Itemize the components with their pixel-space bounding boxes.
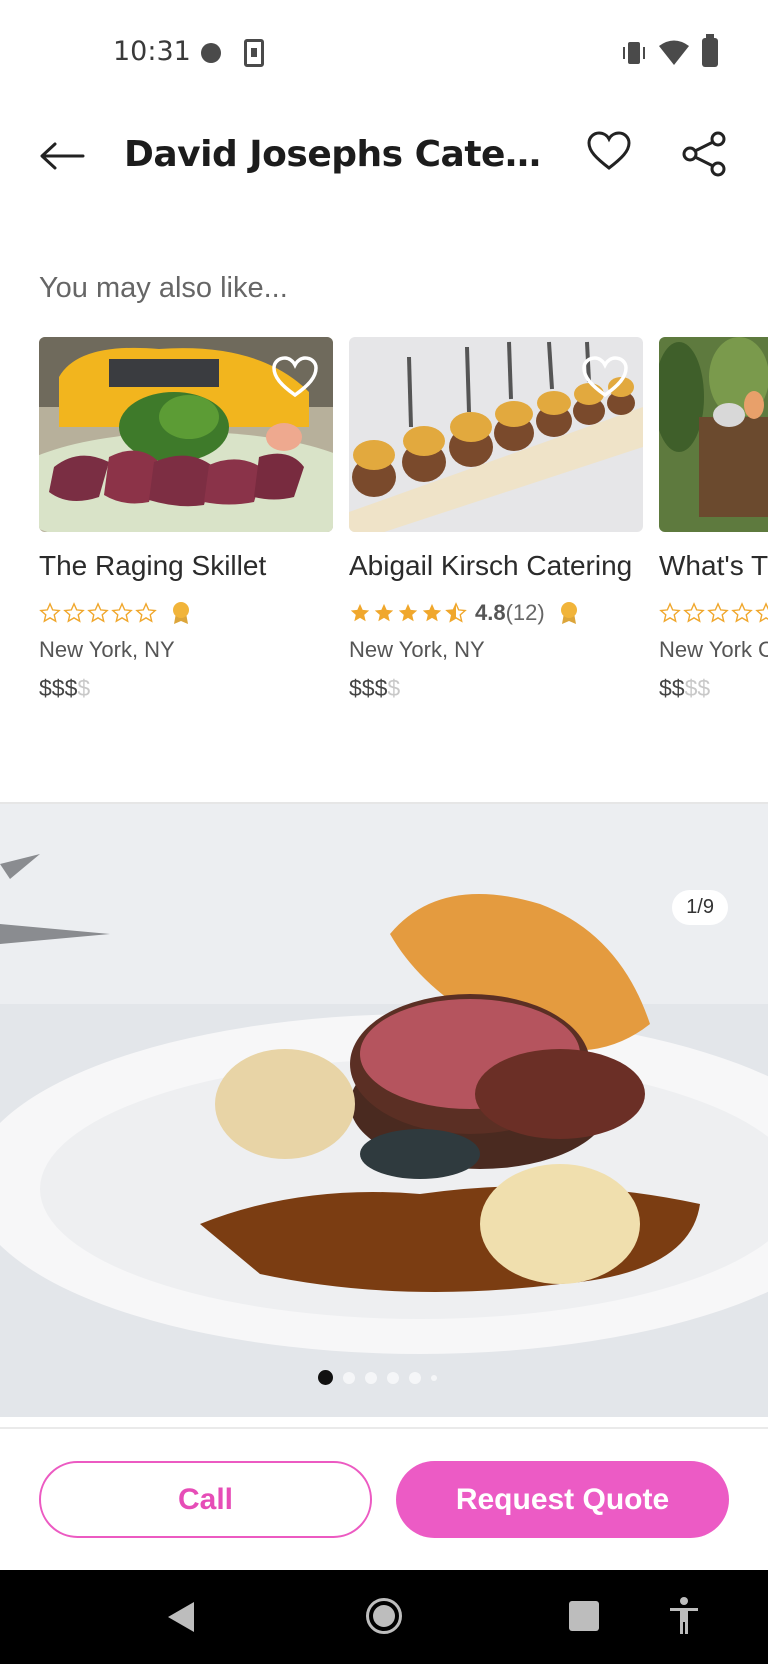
- pagination-dot: [343, 1371, 355, 1384]
- pagination-dot: [409, 1371, 421, 1384]
- download-icon: [244, 39, 264, 67]
- photo-gallery[interactable]: 1/9: [0, 804, 768, 1417]
- vendor-card[interactable]: What's T New York C $$$$: [659, 337, 768, 701]
- vendor-card[interactable]: Abigail Kirsch Catering 4.8 (12) New Yor…: [349, 337, 643, 701]
- gallery-pagination: [318, 1370, 437, 1385]
- vibrate-icon: [623, 42, 645, 64]
- rating-value: 4.8: [475, 600, 506, 625]
- vendor-price: $$$$: [39, 675, 90, 702]
- rating-count: (12): [505, 600, 545, 625]
- wifi-icon: [659, 40, 689, 65]
- app-header: David Josephs Cater...: [0, 106, 768, 206]
- system-nav-bar: [0, 1570, 768, 1664]
- star-rating: [39, 602, 157, 624]
- star-empty-icon: [39, 602, 61, 623]
- pagination-dot: [431, 1374, 437, 1381]
- star-empty-icon: [111, 602, 133, 623]
- accessibility-icon[interactable]: [668, 1596, 700, 1636]
- vendor-rating: 4.8 (12): [349, 599, 579, 627]
- vendor-name: The Raging Skillet: [39, 550, 267, 581]
- page-title: David Josephs Cater...: [124, 134, 544, 175]
- star-empty-icon: [731, 602, 753, 623]
- action-bar-divider: [0, 1427, 768, 1429]
- vendor-rating: [659, 599, 768, 627]
- pagination-dot: [365, 1371, 377, 1384]
- vendor-location: New York, NY: [349, 637, 485, 662]
- vendor-price: $$$$: [659, 675, 710, 702]
- request-quote-button[interactable]: Request Quote: [396, 1461, 729, 1538]
- card-heart-icon[interactable]: [581, 355, 629, 399]
- favorite-button[interactable]: [586, 130, 636, 180]
- star-empty-icon: [755, 602, 768, 623]
- price-inactive: $: [77, 675, 91, 701]
- price-active: $$: [659, 675, 685, 701]
- vendor-card[interactable]: The Raging Skillet New York, NY $$$$: [39, 337, 333, 701]
- back-arrow-icon: [40, 142, 85, 170]
- share-icon: [682, 131, 726, 177]
- vendor-photo: [659, 337, 768, 532]
- vendor-location: New York, NY: [39, 637, 175, 662]
- star-filled-icon: [374, 603, 394, 622]
- star-empty-icon: [659, 602, 681, 623]
- vendor-price: $$$$: [349, 675, 400, 702]
- vendor-location: New York C: [659, 637, 768, 662]
- call-button[interactable]: Call: [39, 1461, 372, 1538]
- star-half-icon: [445, 602, 467, 623]
- card-heart-icon[interactable]: [271, 355, 319, 399]
- star-rating: [659, 602, 768, 624]
- star-filled-icon: [398, 603, 418, 622]
- hero-food-photo: [0, 804, 768, 1417]
- vendor-rating: [39, 599, 191, 627]
- notification-dot-icon: [201, 43, 221, 63]
- recommendations-carousel[interactable]: The Raging Skillet New York, NY $$$$ Abi…: [39, 337, 768, 717]
- vendor-name: What's T: [659, 550, 768, 581]
- star-rating: [349, 602, 467, 624]
- photo-counter: 1/9: [672, 890, 728, 925]
- price-inactive: $: [387, 675, 401, 701]
- back-button[interactable]: [36, 130, 88, 182]
- pagination-dot: [387, 1371, 399, 1384]
- nav-back-icon[interactable]: [166, 1600, 196, 1634]
- star-empty-icon: [135, 602, 157, 623]
- award-badge-icon: [560, 602, 577, 624]
- food-photo-image: [659, 337, 768, 532]
- star-empty-icon: [683, 602, 705, 623]
- star-filled-icon: [350, 603, 370, 622]
- pagination-dot-active: [318, 1370, 333, 1385]
- price-active: $$$: [39, 675, 78, 701]
- nav-home-icon[interactable]: [366, 1598, 402, 1634]
- status-bar: 10:31: [0, 0, 768, 106]
- star-filled-icon: [422, 603, 442, 622]
- star-empty-icon: [63, 602, 85, 623]
- vendor-photo: [349, 337, 643, 532]
- star-empty-icon: [707, 602, 729, 623]
- star-empty-icon: [87, 602, 109, 623]
- award-badge-icon: [173, 602, 189, 624]
- vendor-name: Abigail Kirsch Catering: [349, 550, 633, 581]
- recommendations-heading: You may also like...: [39, 272, 288, 304]
- status-time: 10:31: [113, 36, 191, 67]
- nav-recents-icon[interactable]: [569, 1601, 599, 1631]
- heart-outline-icon: [587, 131, 631, 170]
- price-active: $$$: [349, 675, 388, 701]
- share-button[interactable]: [680, 130, 730, 180]
- price-inactive: $$: [684, 675, 711, 701]
- battery-icon: [702, 34, 718, 67]
- vendor-photo: [39, 337, 333, 532]
